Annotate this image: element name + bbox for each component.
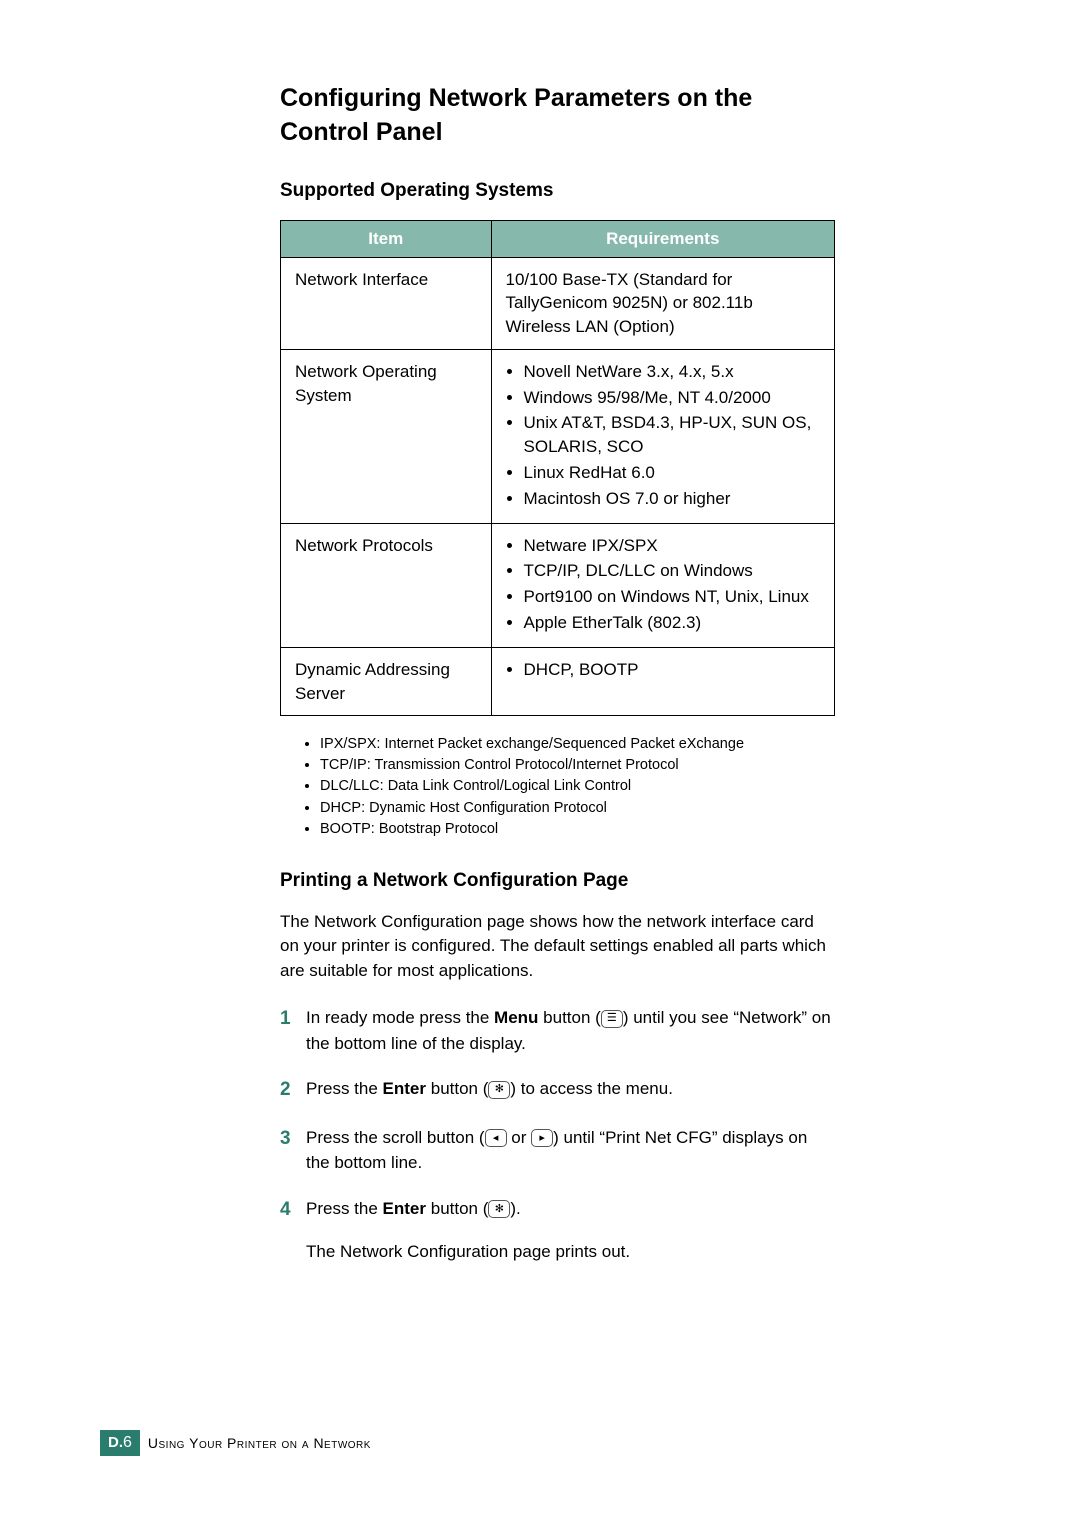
step-text: button ( [426, 1079, 488, 1098]
step-number: 2 [280, 1076, 306, 1105]
step-number: 3 [280, 1125, 306, 1176]
table-row: Network Operating System Novell NetWare … [281, 349, 835, 523]
step-text: Press the scroll button ( [306, 1128, 485, 1147]
enter-label: Enter [383, 1199, 426, 1218]
scroll-right-icon: ▸ [531, 1129, 553, 1147]
menu-icon: ☰ [601, 1010, 623, 1028]
table-cell-req: 10/100 Base-TX (Standard for TallyGenico… [491, 257, 834, 349]
list-item: Windows 95/98/Me, NT 4.0/2000 [524, 386, 820, 410]
table-header-requirements: Requirements [491, 220, 834, 257]
list-item: DHCP, BOOTP [524, 658, 820, 682]
table-row: Network Interface 10/100 Base-TX (Standa… [281, 257, 835, 349]
enter-icon: ✻ [488, 1200, 510, 1218]
step-text: or [507, 1128, 532, 1147]
footer-page: 6 [123, 1434, 132, 1451]
list-item: TCP/IP: Transmission Control Protocol/In… [320, 755, 835, 776]
step-3: 3 Press the scroll button (◂ or ▸) until… [280, 1125, 835, 1176]
table-cell-item: Dynamic Addressing Server [281, 647, 492, 716]
table-cell-item: Network Operating System [281, 349, 492, 523]
step-2: 2 Press the Enter button (✻) to access t… [280, 1076, 835, 1105]
list-item: Apple EtherTalk (802.3) [524, 611, 820, 635]
section-heading-supported-os: Supported Operating Systems [280, 180, 835, 202]
table-cell-req: Novell NetWare 3.x, 4.x, 5.x Windows 95/… [491, 349, 834, 523]
table-row: Dynamic Addressing Server DHCP, BOOTP [281, 647, 835, 716]
table-row: Network Protocols Netware IPX/SPX TCP/IP… [281, 523, 835, 647]
steps-list: 1 In ready mode press the Menu button (☰… [280, 1005, 835, 1265]
list-item: BOOTP: Bootstrap Protocol [320, 819, 835, 840]
table-cell-req: Netware IPX/SPX TCP/IP, DLC/LLC on Windo… [491, 523, 834, 647]
footer-text: Using Your Printer on a Network [148, 1435, 371, 1451]
list-item: IPX/SPX: Internet Packet exchange/Sequen… [320, 734, 835, 755]
table-cell-item: Network Interface [281, 257, 492, 349]
footer-badge: D.6 [100, 1430, 140, 1456]
requirements-table: Item Requirements Network Interface 10/1… [280, 220, 835, 717]
page-footer: D.6 Using Your Printer on a Network [100, 1430, 371, 1456]
enter-icon: ✻ [488, 1081, 510, 1099]
table-cell-req: DHCP, BOOTP [491, 647, 834, 716]
list-item: Linux RedHat 6.0 [524, 461, 820, 485]
step-1: 1 In ready mode press the Menu button (☰… [280, 1005, 835, 1056]
section-heading-printing: Printing a Network Configuration Page [280, 870, 835, 892]
step-text: ). [510, 1199, 520, 1218]
intro-paragraph: The Network Configuration page shows how… [280, 910, 835, 984]
step-text: In ready mode press the [306, 1008, 494, 1027]
list-item: TCP/IP, DLC/LLC on Windows [524, 559, 820, 583]
step-text: button ( [426, 1199, 488, 1218]
list-item: Port9100 on Windows NT, Unix, Linux [524, 585, 820, 609]
definitions-list: IPX/SPX: Internet Packet exchange/Sequen… [280, 734, 835, 839]
list-item: Macintosh OS 7.0 or higher [524, 487, 820, 511]
list-item: DHCP: Dynamic Host Configuration Protoco… [320, 798, 835, 819]
step-text: button ( [538, 1008, 600, 1027]
step-text: Press the [306, 1079, 383, 1098]
step-text: ) to access the menu. [510, 1079, 673, 1098]
step-text: Press the [306, 1199, 383, 1218]
table-header-item: Item [281, 220, 492, 257]
step-number: 4 [280, 1196, 306, 1265]
scroll-left-icon: ◂ [485, 1129, 507, 1147]
menu-label: Menu [494, 1008, 538, 1027]
list-item: DLC/LLC: Data Link Control/Logical Link … [320, 776, 835, 797]
step-4: 4 Press the Enter button (✻). The Networ… [280, 1196, 835, 1265]
table-cell-item: Network Protocols [281, 523, 492, 647]
list-item: Unix AT&T, BSD4.3, HP-UX, SUN OS, SOLARI… [524, 411, 820, 459]
enter-label: Enter [383, 1079, 426, 1098]
step-result: The Network Configuration page prints ou… [306, 1239, 835, 1265]
list-item: Novell NetWare 3.x, 4.x, 5.x [524, 360, 820, 384]
page-title: Configuring Network Parameters on the Co… [280, 82, 835, 150]
step-number: 1 [280, 1005, 306, 1056]
footer-section: D. [108, 1434, 123, 1451]
list-item: Netware IPX/SPX [524, 534, 820, 558]
